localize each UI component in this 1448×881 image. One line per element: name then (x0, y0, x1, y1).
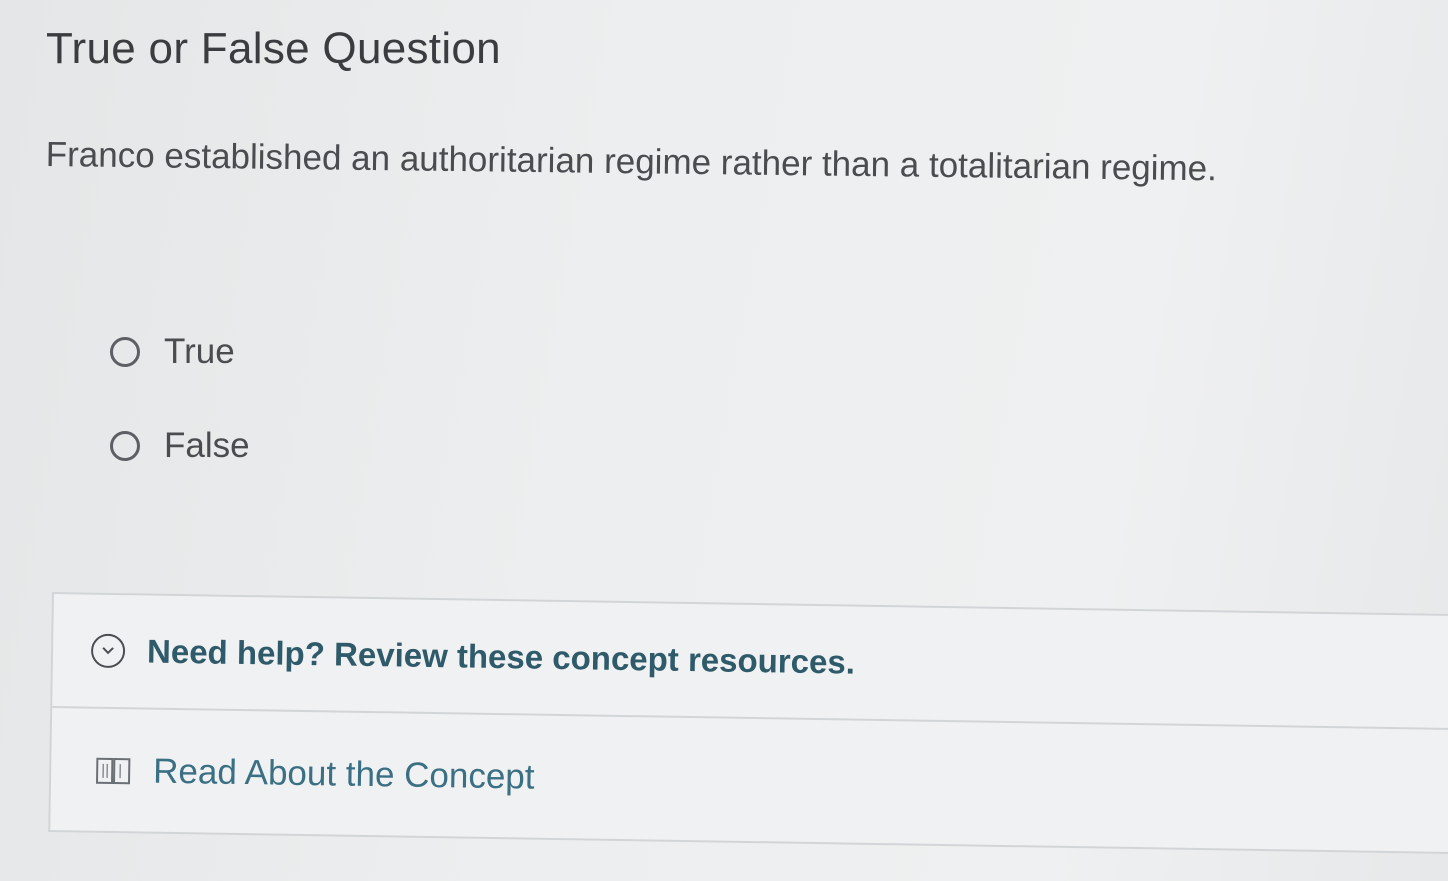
option-label-false: False (164, 426, 250, 465)
question-prompt: Franco established an authoritarian regi… (45, 135, 1218, 189)
help-header-text: Need help? Review these concept resource… (146, 632, 856, 681)
page: True or False Question Franco establishe… (0, 0, 1448, 881)
help-toggle[interactable]: Need help? Review these concept resource… (52, 594, 1448, 731)
option-label-true: True (164, 332, 235, 371)
radio-button-true[interactable] (110, 337, 140, 367)
answer-options: True False (110, 326, 250, 514)
option-false[interactable]: False (110, 420, 250, 472)
book-icon (95, 756, 131, 787)
help-panel: Need help? Review these concept resource… (48, 592, 1448, 855)
chevron-down-icon[interactable] (90, 633, 126, 669)
option-true[interactable]: True (110, 326, 250, 378)
radio-button-false[interactable] (110, 431, 140, 461)
resource-link-text[interactable]: Read About the Concept (153, 752, 535, 798)
resource-read-concept[interactable]: Read About the Concept (50, 708, 1448, 854)
question-type-title: True or False Question (46, 24, 501, 73)
